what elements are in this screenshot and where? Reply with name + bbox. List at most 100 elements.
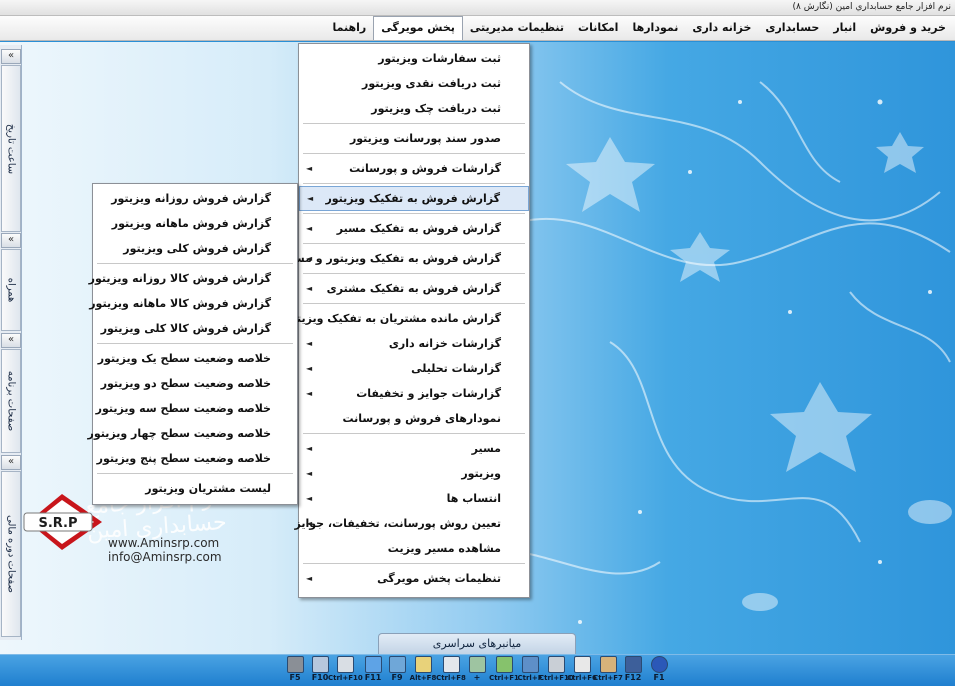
tab-companion[interactable]: همراه [1,249,21,331]
menu-separator [303,183,525,184]
help-button[interactable]: F1 [648,656,670,686]
menu-separator [303,123,525,124]
menu-facilities[interactable]: امکانات [571,16,625,40]
tab-fiscal-period-pages[interactable]: صفحات دوره مالی [1,471,21,637]
submenu-item[interactable]: لیست مشتریان ویزیتور [93,476,297,501]
menu-separator [97,263,293,264]
grid-icon [495,656,513,673]
dropdown-menu-item[interactable]: گزارشات جوایز و تخفیفات ◄ [299,381,529,406]
submenu-arrow-icon: ◄ [306,494,313,503]
submenu-arrow-icon: ◄ [306,389,313,398]
dropdown-menu-item[interactable]: تعیین روش پورسانت، تخفیفات، جوایز ◄ [295,511,529,536]
submenu-arrow-icon: ◄ [306,469,313,478]
pen-button[interactable]: Ctrl+F6 [567,656,597,686]
menu-item-label: انتساب ها [446,492,501,505]
calculator-icon [286,656,304,673]
menu-treasury[interactable]: خزانه داری [685,16,758,40]
help-icon [650,656,668,673]
dropdown-menu-item[interactable]: تنظیمات پخش مویرگی ◄ [299,566,529,591]
menu-item-label: مسیر [471,442,501,455]
tab-clock-date-label: ساعت تاریخ [5,123,17,174]
menu-item-label: ثبت دریافت چک ویزیتور [371,102,501,115]
dropdown-menu-item[interactable]: گزارشات خزانه داری ◄ [299,331,529,356]
submenu-arrow-icon: ◄ [306,254,313,263]
submenu-item[interactable]: گزارش فروش ماهانه ویزیتور [93,211,297,236]
menu-separator [303,243,525,244]
brand-website: www.Aminsrp.com [108,536,220,550]
dropdown-menu-item[interactable]: گزارش مانده مشتریان به تفکیک ویزیتور [284,306,529,331]
dropdown-menu-item[interactable]: ویزیتور ◄ [299,461,529,486]
dropdown-menu-item[interactable]: ثبت دریافت چک ویزیتور [299,96,529,121]
monitor-button[interactable]: F12 [622,656,644,686]
menu-separator [97,473,293,474]
dropdown-menu-item[interactable]: گزارشات فروش و پورسانت ◄ [299,156,529,181]
submenu-item[interactable]: خلاصه وضعیت سطح چهار ویزیتور [88,421,297,446]
dropdown-menu-item[interactable]: نمودارهای فروش و پورسانت [299,406,529,431]
dropdown-menu-item[interactable]: مسیر ◄ [299,436,529,461]
menu-item-label: گزارشات تحلیلی [411,362,501,375]
notebook-icon [599,656,617,673]
menu-charts[interactable]: نمودارها [625,16,685,40]
menu-item-label: گزارش فروش به تفکیک ویزیتور و مسیر [282,252,501,265]
tab-clock-date[interactable]: ساعت تاریخ [1,65,21,232]
menu-accounting[interactable]: حسابداری [758,16,826,40]
menu-item-label: گزارش فروش به تفکیک مسیر [336,222,501,235]
submenu-item[interactable]: گزارش فروش کالا ماهانه ویزیتور [89,291,297,316]
dropdown-menu-item[interactable]: گزارشات تحلیلی ◄ [299,356,529,381]
menu-item-label: تعیین روش پورسانت، تخفیفات، جوایز [294,517,501,530]
tab-fiscal-period-pages-label: صفحات دوره مالی [5,515,17,593]
panel-collapse-button[interactable]: « [1,233,21,248]
submenu-item[interactable]: خلاصه وضعیت سطح سه ویزیتور [93,396,297,421]
global-shortcuts-tab[interactable]: میانبرهای سراسری [378,633,576,654]
dropdown-menu-item[interactable]: انتساب ها ◄ [299,486,529,511]
tab-companion-label: همراه [5,277,17,303]
menu-separator [97,343,293,344]
menu-buy-sell[interactable]: خرید و فروش [863,16,953,40]
dropdown-menu-item[interactable]: صدور سند پورسانت ویزیتور [299,126,529,151]
menu-separator [303,213,525,214]
menu-item-label: ثبت دریافت نقدی ویزیتور [362,77,501,90]
submenu-item[interactable]: گزارش فروش کلی ویزیتور [93,236,297,261]
edit-form-button[interactable]: Ctrl+F10 [328,656,363,686]
dropdown-menu-item[interactable]: گزارش فروش به تفکیک مشتری ◄ [299,276,529,301]
dropdown-menu-item[interactable]: مشاهده مسیر ویزیت [299,536,529,561]
report-button[interactable]: Alt+F8 [410,656,436,686]
email-icon [364,656,382,673]
submenu-item[interactable]: گزارش فروش کالا کلی ویزیتور [93,316,297,341]
panel-collapse-button[interactable]: « [1,455,21,470]
dropdown-menu-item[interactable]: ثبت دریافت نقدی ویزیتور [299,71,529,96]
submenu-arrow-icon: ◄ [306,574,313,583]
panel-collapse-button[interactable]: « [1,333,21,348]
documents-icon [311,656,329,673]
menu-separator [303,563,525,564]
dropdown-menu-item[interactable]: ثبت سفارشات ویزیتور [299,46,529,71]
brand-email: info@Aminsrp.com [108,550,222,564]
window-title: نرم افزار جامع حسابداري امين (نگارش ۸) [0,0,955,16]
grid-button[interactable]: Ctrl+F1 [489,656,519,686]
submenu-item[interactable]: گزارش فروش روزانه ویزیتور [93,186,297,211]
menu-admin-settings[interactable]: تنظیمات مدیریتی [463,16,571,40]
edit-form-icon [336,656,354,673]
add-button[interactable]: + [466,656,488,686]
dropdown-menu-item[interactable]: گزارش فروش به تفکیک ویزیتور و مسیر ◄ [283,246,529,271]
menu-item-label: گزارش فروش به تفکیک مشتری [326,282,501,295]
menu-help[interactable]: راهنما [326,16,374,40]
menu-item-label: گزارشات جوایز و تخفیفات [356,387,501,400]
menu-distribution[interactable]: پخش مویرگی [373,16,463,40]
submenu-item[interactable]: خلاصه وضعیت سطح دو ویزیتور [93,371,297,396]
settings-icon [547,656,565,673]
dropdown-menu-item[interactable]: گزارش فروش به تفکیک ویزیتور ◄ [299,186,529,211]
dropdown-menu-item[interactable]: گزارش فروش به تفکیک مسیر ◄ [299,216,529,241]
submenu-item[interactable]: خلاصه وضعیت سطح پنج ویزیتور [93,446,297,471]
list-button[interactable]: Ctrl+F8 [436,656,466,686]
submenu-item[interactable]: گزارش فروش کالا روزانه ویزیتور [89,266,297,291]
panel-collapse-button[interactable]: « [1,49,21,64]
search-button[interactable]: F9 [386,656,408,686]
tab-program-pages[interactable]: صفحات برنامه [1,349,21,453]
menu-warehouse[interactable]: انبار [826,16,863,40]
menu-item-label: تنظیمات پخش مویرگی [377,572,501,585]
settings-button[interactable]: Ctrl+F10 [539,656,574,686]
users-button[interactable]: Ctrl+F [518,656,542,686]
submenu-item[interactable]: خلاصه وضعیت سطح یک ویزیتور [93,346,297,371]
menu-separator [303,433,525,434]
